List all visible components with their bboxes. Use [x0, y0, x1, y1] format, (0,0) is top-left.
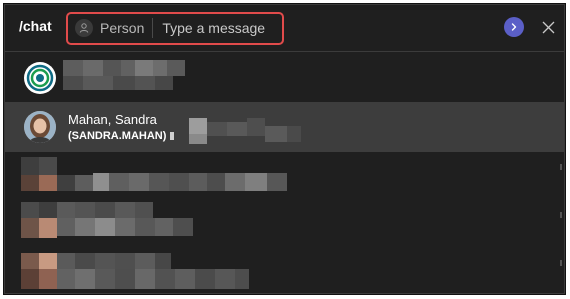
list-item[interactable] — [5, 153, 564, 199]
list-item[interactable] — [5, 52, 564, 101]
result-detail: (SANDRA.MAHAN) — [68, 130, 167, 142]
chevron-right-icon — [511, 23, 517, 31]
recipient-input-group[interactable]: Person — [73, 17, 279, 39]
input-divider — [152, 18, 154, 38]
scroll-tick — [560, 212, 562, 218]
list-item[interactable]: Mahan, Sandra (SANDRA.MAHAN) — [5, 102, 564, 152]
avatar — [24, 62, 56, 94]
list-item[interactable] — [5, 200, 564, 246]
message-input[interactable] — [162, 20, 273, 36]
command-label: /chat — [19, 18, 52, 34]
scroll-tick — [560, 260, 562, 266]
avatar — [24, 111, 56, 143]
close-icon — [542, 21, 554, 33]
command-bar: /chat Person — [5, 5, 564, 52]
person-icon — [75, 19, 93, 37]
person-label[interactable]: Person — [100, 20, 144, 36]
close-button[interactable] — [537, 16, 559, 38]
list-item[interactable] — [5, 247, 564, 293]
scroll-tick — [560, 164, 562, 170]
results-list: Mahan, Sandra (SANDRA.MAHAN) — [5, 52, 564, 293]
result-name: Mahan, Sandra — [68, 112, 157, 127]
chat-command-panel: /chat Person Type a message Mahan, Sandr… — [4, 4, 565, 294]
send-button[interactable] — [504, 17, 524, 37]
